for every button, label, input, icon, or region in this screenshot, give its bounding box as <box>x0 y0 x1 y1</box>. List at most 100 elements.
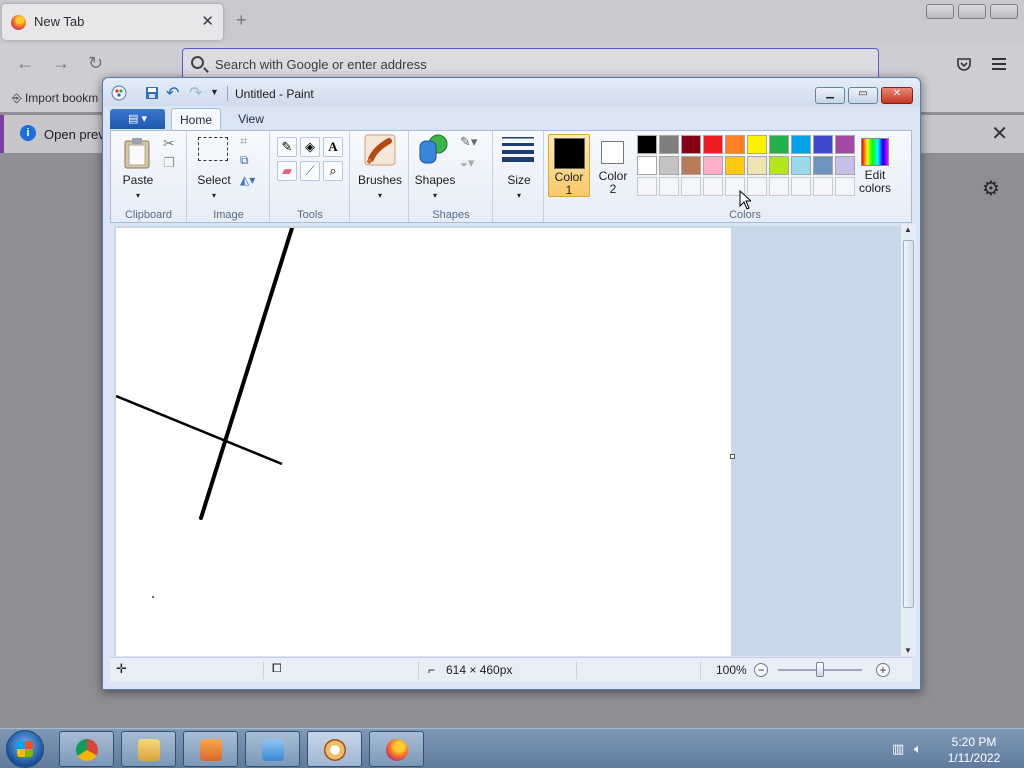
shapes-icon <box>419 134 448 164</box>
close-tab-icon[interactable]: ✕ <box>201 12 214 30</box>
taskbar-paint-button[interactable] <box>307 731 362 767</box>
palette-swatch[interactable] <box>813 156 833 175</box>
palette-swatch[interactable] <box>791 156 811 175</box>
fill-icon[interactable]: ◈ <box>300 137 320 157</box>
resize-icon[interactable]: ⧉ <box>240 153 249 168</box>
undo-icon[interactable]: ↶ <box>166 83 179 103</box>
palette-swatch[interactable] <box>725 135 745 154</box>
eraser-icon[interactable]: ▰ <box>277 161 297 181</box>
drawing-canvas[interactable] <box>116 228 731 656</box>
scroll-down-icon[interactable]: ▼ <box>904 646 912 655</box>
palette-swatch-empty[interactable] <box>659 177 679 196</box>
magnifier-icon[interactable]: ⌕ <box>323 161 343 181</box>
browser-close-button[interactable] <box>990 4 1018 19</box>
new-tab-button[interactable]: + <box>236 10 247 31</box>
back-arrow-icon[interactable]: ← <box>16 53 34 74</box>
volume-icon[interactable]: 🔈︎ <box>914 741 922 757</box>
start-button[interactable] <box>6 730 44 768</box>
taskbar-explorer-button[interactable] <box>121 731 176 767</box>
scroll-up-icon[interactable]: ▲ <box>904 225 912 234</box>
size-icon <box>502 137 534 162</box>
palette-swatch[interactable] <box>813 135 833 154</box>
palette-swatch[interactable] <box>659 135 679 154</box>
address-bar[interactable]: Search with Google or enter address <box>182 48 879 80</box>
cut-icon[interactable]: ✂ <box>163 135 175 152</box>
taskbar: ▥ 🔈︎ 5:20 PM 1/11/2022 <box>0 728 1024 768</box>
paint-app-icon[interactable] <box>111 85 127 101</box>
palette-swatch-empty[interactable] <box>703 177 723 196</box>
color2-button[interactable]: Color 2 <box>592 134 634 197</box>
crop-icon[interactable]: ⌗ <box>240 133 247 149</box>
text-icon[interactable]: A <box>323 137 343 157</box>
select-button[interactable]: Select ▾ <box>192 173 236 201</box>
redo-icon[interactable]: ↷ <box>189 83 202 103</box>
fill-style-icon[interactable]: ◒▾ <box>460 155 474 171</box>
network-icon[interactable]: ▥ <box>892 741 904 757</box>
taskbar-chrome-button[interactable] <box>59 731 114 767</box>
reload-icon[interactable]: ↻ <box>88 53 103 74</box>
palette-swatch[interactable] <box>637 135 657 154</box>
taskbar-media-button[interactable] <box>183 731 238 767</box>
palette-swatch[interactable] <box>769 135 789 154</box>
palette-swatch-empty[interactable] <box>769 177 789 196</box>
outline-icon[interactable]: ✎▾ <box>460 134 477 150</box>
palette-swatch[interactable] <box>725 156 745 175</box>
palette-swatch-empty[interactable] <box>813 177 833 196</box>
shapes-button[interactable]: Shapes ▾ <box>412 173 458 201</box>
palette-swatch[interactable] <box>791 135 811 154</box>
paint-maximize-button[interactable]: ▭ <box>848 87 878 104</box>
menu-icon[interactable] <box>992 57 1008 71</box>
paint-menu-button[interactable]: ▤ ▾ <box>110 109 165 129</box>
notification-close-icon[interactable]: ✕ <box>991 121 1008 146</box>
taskbar-control-panel-button[interactable] <box>245 731 300 767</box>
zoom-in-button[interactable]: + <box>876 663 890 677</box>
zoom-slider-thumb[interactable] <box>816 662 824 677</box>
browser-restore-button[interactable] <box>958 4 986 19</box>
import-bookmarks-link[interactable]: ⎆ Import bookm <box>12 91 98 106</box>
palette-swatch[interactable] <box>703 156 723 175</box>
ribbon-tabs: ▤ ▾ Home View ? <box>103 106 920 152</box>
paint-close-button[interactable]: ✕ <box>881 87 913 104</box>
gear-icon[interactable]: ⚙ <box>982 176 1000 201</box>
forward-arrow-icon[interactable]: → <box>52 53 70 74</box>
palette-swatch[interactable] <box>747 135 767 154</box>
edit-colors-label-1: Edit <box>864 168 886 182</box>
ribbon: Paste ▾ ✂ ❐ Clipboard Select ▾ ⌗ ⧉ ◭▾ Imag… <box>110 130 912 223</box>
browser-tab[interactable]: New Tab ✕ <box>2 4 223 40</box>
paste-button[interactable]: Paste ▾ <box>115 173 161 201</box>
save-icon[interactable] <box>145 86 159 100</box>
customize-toolbar-chevron-icon[interactable]: ▼ <box>210 87 219 97</box>
palette-swatch[interactable] <box>769 156 789 175</box>
color1-button[interactable]: Color 1 <box>548 134 590 197</box>
palette-swatch[interactable] <box>659 156 679 175</box>
tab-view[interactable]: View <box>227 108 275 131</box>
size-button[interactable]: Size ▾ <box>496 173 542 201</box>
palette-swatch[interactable] <box>637 156 657 175</box>
palette-swatch[interactable] <box>681 135 701 154</box>
tab-home[interactable]: Home <box>171 108 221 131</box>
rotate-icon[interactable]: ◭▾ <box>240 173 255 187</box>
edit-colors-button[interactable]: Edit colors <box>851 135 899 199</box>
pencil-icon[interactable]: ✎ <box>277 137 297 157</box>
image-group: Select ▾ ⌗ ⧉ ◭▾ Image <box>188 131 270 222</box>
palette-swatch[interactable] <box>747 156 767 175</box>
canvas-resize-handle[interactable] <box>730 454 735 459</box>
palette-swatch[interactable] <box>703 135 723 154</box>
notification-text: Open previ <box>44 127 108 142</box>
drawn-line-short <box>116 394 283 466</box>
clock[interactable]: 5:20 PM 1/11/2022 <box>944 734 1004 766</box>
browser-minimize-button[interactable] <box>926 4 954 19</box>
taskbar-firefox-button[interactable] <box>369 731 424 767</box>
zoom-out-button[interactable]: − <box>754 663 768 677</box>
pocket-icon[interactable] <box>956 56 972 72</box>
palette-swatch[interactable] <box>681 156 701 175</box>
color-picker-icon[interactable]: ⟋ <box>300 161 320 181</box>
scrollbar-thumb[interactable] <box>903 240 914 608</box>
vertical-scrollbar[interactable]: ▲ ▼ <box>900 224 916 656</box>
copy-icon[interactable]: ❐ <box>163 155 175 171</box>
palette-swatch-empty[interactable] <box>681 177 701 196</box>
paint-minimize-button[interactable]: ▁ <box>815 87 845 104</box>
brushes-button[interactable]: Brushes ▾ <box>353 173 407 201</box>
palette-swatch-empty[interactable] <box>637 177 657 196</box>
palette-swatch-empty[interactable] <box>791 177 811 196</box>
